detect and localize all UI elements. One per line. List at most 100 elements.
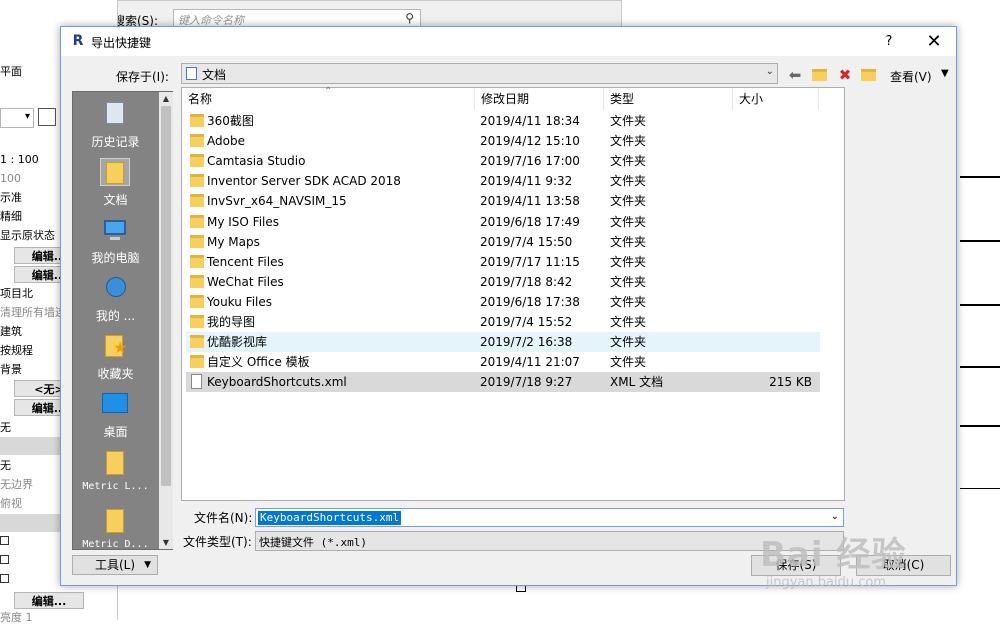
scrollbar-thumb[interactable] [161, 106, 171, 486]
file-name: Inventor Server SDK ACAD 2018 [207, 174, 401, 189]
filename-label: 文件名(N): [194, 511, 253, 525]
checkbox[interactable] [0, 536, 9, 545]
place-desktop[interactable]: 桌面 [73, 386, 158, 444]
file-row[interactable]: InvSvr_x64_NAVSIM_15 2019/4/11 13:58 文件夹 [186, 191, 820, 211]
filename-input[interactable]: KeyboardShortcuts.xml ⌄ [255, 508, 844, 527]
file-row[interactable]: Camtasia Studio 2019/7/16 17:00 文件夹 [186, 151, 820, 171]
folder-icon [190, 234, 204, 248]
caret-down-icon[interactable]: ▼ [941, 68, 949, 79]
checkbox[interactable] [0, 555, 9, 564]
save-in-dropdown[interactable]: 文档 ⌄ [181, 63, 778, 84]
desktop-icon [100, 390, 130, 418]
file-type: 文件夹 [610, 315, 647, 329]
up-folder-icon[interactable] [809, 65, 829, 85]
file-type: 文件夹 [610, 174, 647, 189]
place-computer[interactable]: 我的电脑 [73, 212, 158, 270]
tools-button[interactable]: 工具(L) ▼ [72, 555, 158, 575]
folder-icon [190, 254, 204, 268]
computer-icon [100, 216, 130, 244]
places-scrollbar[interactable]: ▲ ▼ [159, 92, 173, 549]
file-row[interactable]: Inventor Server SDK ACAD 2018 2019/4/11 9… [186, 171, 820, 191]
column-header-name[interactable]: 名称 [182, 88, 475, 110]
file-type: 文件夹 [610, 254, 647, 269]
place-history[interactable]: 历史记录 [73, 96, 158, 154]
file-list[interactable]: ⌃ 名称 修改日期 类型 大小 360截图 2019/4/11 18:34 文件夹 A… [181, 86, 845, 501]
grid-line [960, 488, 1000, 489]
file-row[interactable]: 自定义 Office 模板 2019/4/11 21:07 文件夹 [186, 352, 820, 372]
back-icon[interactable]: ⬅ [785, 65, 805, 85]
file-type: 文件夹 [610, 234, 647, 249]
file-row[interactable]: WeChat Files 2019/7/18 8:42 文件夹 [186, 272, 820, 292]
folder-icon [190, 194, 204, 208]
folder-icon [100, 506, 130, 534]
file-type: 文件夹 [610, 154, 647, 169]
file-row[interactable]: 优酷影视库 2019/7/2 16:38 文件夹 [186, 332, 820, 353]
folder-icon [190, 355, 204, 369]
file-row[interactable]: 我的导图 2019/7/4 15:52 文件夹 [186, 312, 820, 332]
folder-shape [861, 69, 876, 81]
revit-app-icon: R [72, 33, 84, 49]
new-folder-icon[interactable] [858, 65, 878, 85]
place-documents[interactable]: 文档 [73, 154, 158, 212]
place-metric-detail[interactable]: Metric D... [73, 502, 158, 549]
place-label: 我的电脑 [91, 251, 140, 265]
grid-line [960, 304, 1000, 306]
file-type: 文件夹 [610, 294, 647, 309]
file-type: XML 文档 [610, 375, 664, 390]
place-favorites[interactable]: ★ 收藏夹 [73, 328, 158, 386]
checkbox[interactable] [0, 574, 9, 583]
title-bar[interactable]: R 导出快捷键 ? ✕ [61, 27, 956, 56]
help-button[interactable]: ? [874, 31, 904, 53]
network-icon [100, 274, 130, 302]
folder-icon [190, 274, 204, 288]
file-row[interactable]: My Maps 2019/7/4 15:50 文件夹 [186, 232, 820, 252]
column-header-type[interactable]: 类型 [604, 88, 733, 110]
place-metric-library[interactable]: Metric L... [73, 444, 158, 502]
column-header-size[interactable]: 大小 [733, 88, 819, 110]
baidu-watermark: Bai 经验 jingyan.baidu.com [760, 527, 950, 607]
file-date: 2019/4/11 9:32 [480, 174, 573, 189]
watermark-url: jingyan.baidu.com [766, 575, 886, 590]
file-row[interactable]: 360截图 2019/4/11 18:34 文件夹 [186, 111, 820, 131]
views-menu-button[interactable]: 查看(V) [890, 68, 932, 85]
place-network[interactable]: 我的 ... [73, 270, 158, 328]
export-shortcuts-dialog: R 导出快捷键 ? ✕ 保存于(I): 文档 ⌄ ⬅ ✖ 查看(V) ▼ 历史记… [60, 26, 957, 586]
file-name: My Maps [207, 234, 260, 249]
save-in-value: 文档 [202, 68, 227, 82]
type-selector[interactable]: ▾ [0, 108, 34, 128]
file-name: Youku Files [207, 294, 273, 309]
search-icon[interactable]: ⚲ [405, 11, 414, 25]
file-type: 文件夹 [610, 214, 647, 229]
property-row[interactable]: 亮度 1 [0, 608, 100, 627]
folder-icon [100, 448, 130, 476]
filetype-dropdown[interactable]: 快捷键文件 (*.xml) [255, 531, 844, 551]
close-button[interactable]: ✕ [919, 30, 949, 54]
delete-icon[interactable]: ✖ [835, 65, 855, 85]
scroll-up-icon[interactable]: ▲ [159, 94, 173, 103]
file-type: 文件夹 [610, 274, 647, 289]
file-row[interactable]: Adobe 2019/4/12 15:10 文件夹 [186, 131, 820, 151]
file-type: 文件夹 [610, 355, 647, 370]
file-row[interactable]: My ISO Files 2019/6/18 17:49 文件夹 [186, 212, 820, 232]
folder-icon [190, 114, 204, 127]
file-row[interactable]: Tencent Files 2019/7/17 11:15 文件夹 [186, 252, 820, 272]
file-row[interactable]: KeyboardShortcuts.xml 2019/7/18 9:27 XML 文… [186, 372, 820, 393]
file-type: 文件夹 [610, 134, 647, 149]
file-name: 优酷影视库 [207, 335, 268, 350]
drawing-canvas[interactable] [956, 0, 1000, 620]
place-label: 收藏夹 [97, 367, 134, 381]
chevron-down-icon[interactable]: ⌄ [831, 511, 839, 522]
file-row[interactable]: Youku Files 2019/6/18 17:38 文件夹 [186, 292, 820, 312]
dialog-title: 导出快捷键 [91, 36, 152, 50]
place-label: 桌面 [103, 425, 128, 439]
edit-type-icon[interactable] [38, 108, 56, 126]
column-header-date[interactable]: 修改日期 [475, 88, 604, 110]
folder-icon [190, 214, 204, 228]
scroll-down-icon[interactable]: ▼ [159, 538, 173, 547]
file-date: 2019/4/11 13:58 [480, 194, 580, 209]
watermark-brand: Bai 经验 [760, 535, 907, 575]
filename-value[interactable]: KeyboardShortcuts.xml [258, 511, 402, 525]
edit-button[interactable]: 编辑... [14, 592, 84, 609]
file-date: 2019/6/18 17:38 [480, 294, 580, 309]
file-date: 2019/7/2 16:38 [480, 335, 573, 350]
